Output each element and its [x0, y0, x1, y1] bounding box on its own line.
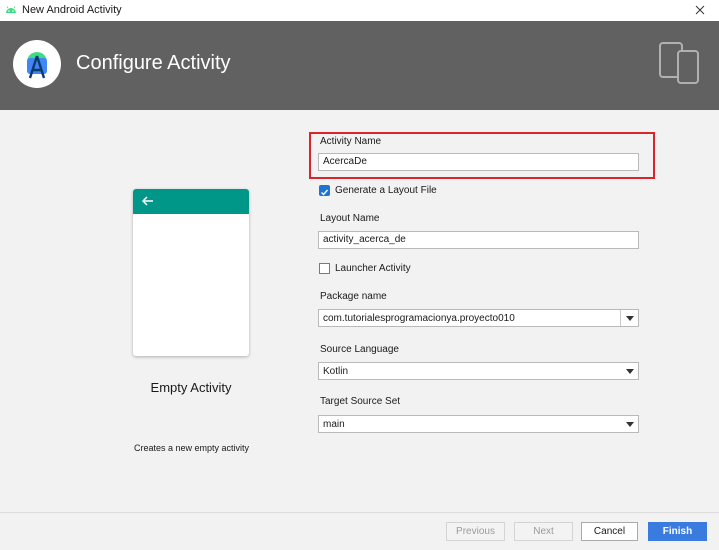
package-name-value: com.tutorialesprogramacionya.proyecto010: [323, 313, 515, 324]
android-studio-logo: [13, 40, 61, 88]
window-titlebar: New Android Activity: [0, 0, 719, 22]
source-language-value: Kotlin: [323, 366, 349, 377]
package-name-combo[interactable]: com.tutorialesprogramacionya.proyecto010: [318, 309, 639, 327]
android-icon: [6, 6, 16, 13]
activity-preview: [133, 189, 249, 356]
finish-button[interactable]: Finish: [648, 522, 707, 541]
next-button[interactable]: Next: [514, 522, 573, 541]
source-language-select[interactable]: Kotlin: [318, 362, 639, 380]
template-name: Empty Activity: [150, 380, 232, 395]
source-language-label: Source Language: [320, 344, 399, 355]
checkmark-icon: [321, 189, 329, 196]
close-icon[interactable]: [691, 1, 709, 19]
activity-name-label: Activity Name: [320, 136, 382, 147]
previous-button[interactable]: Previous: [446, 522, 505, 541]
launcher-activity-label: Launcher Activity: [335, 263, 411, 274]
target-source-set-label: Target Source Set: [320, 396, 401, 407]
devices-icon: [659, 42, 699, 84]
back-arrow-icon: [141, 196, 153, 206]
header-banner: Configure Activity: [0, 21, 719, 110]
preview-appbar: [133, 189, 249, 214]
chevron-down-icon[interactable]: [626, 369, 634, 374]
footer-divider: [0, 512, 719, 513]
window-title: New Android Activity: [22, 4, 122, 16]
package-name-label: Package name: [320, 291, 387, 302]
target-source-set-value: main: [323, 419, 345, 430]
chevron-down-icon[interactable]: [626, 422, 634, 427]
template-description: Creates a new empty activity: [134, 443, 250, 453]
target-source-set-select[interactable]: main: [318, 415, 639, 433]
cancel-button[interactable]: Cancel: [581, 522, 638, 541]
launcher-activity-checkbox[interactable]: [319, 263, 330, 274]
generate-layout-checkbox[interactable]: [319, 185, 330, 196]
layout-name-label: Layout Name: [320, 213, 380, 224]
generate-layout-label: Generate a Layout File: [335, 185, 437, 196]
combo-divider: [620, 310, 621, 326]
layout-name-field[interactable]: activity_acerca_de: [318, 231, 639, 249]
page-title: Configure Activity: [76, 52, 231, 74]
chevron-down-icon[interactable]: [626, 316, 634, 321]
activity-name-field[interactable]: AcercaDe: [318, 153, 639, 171]
